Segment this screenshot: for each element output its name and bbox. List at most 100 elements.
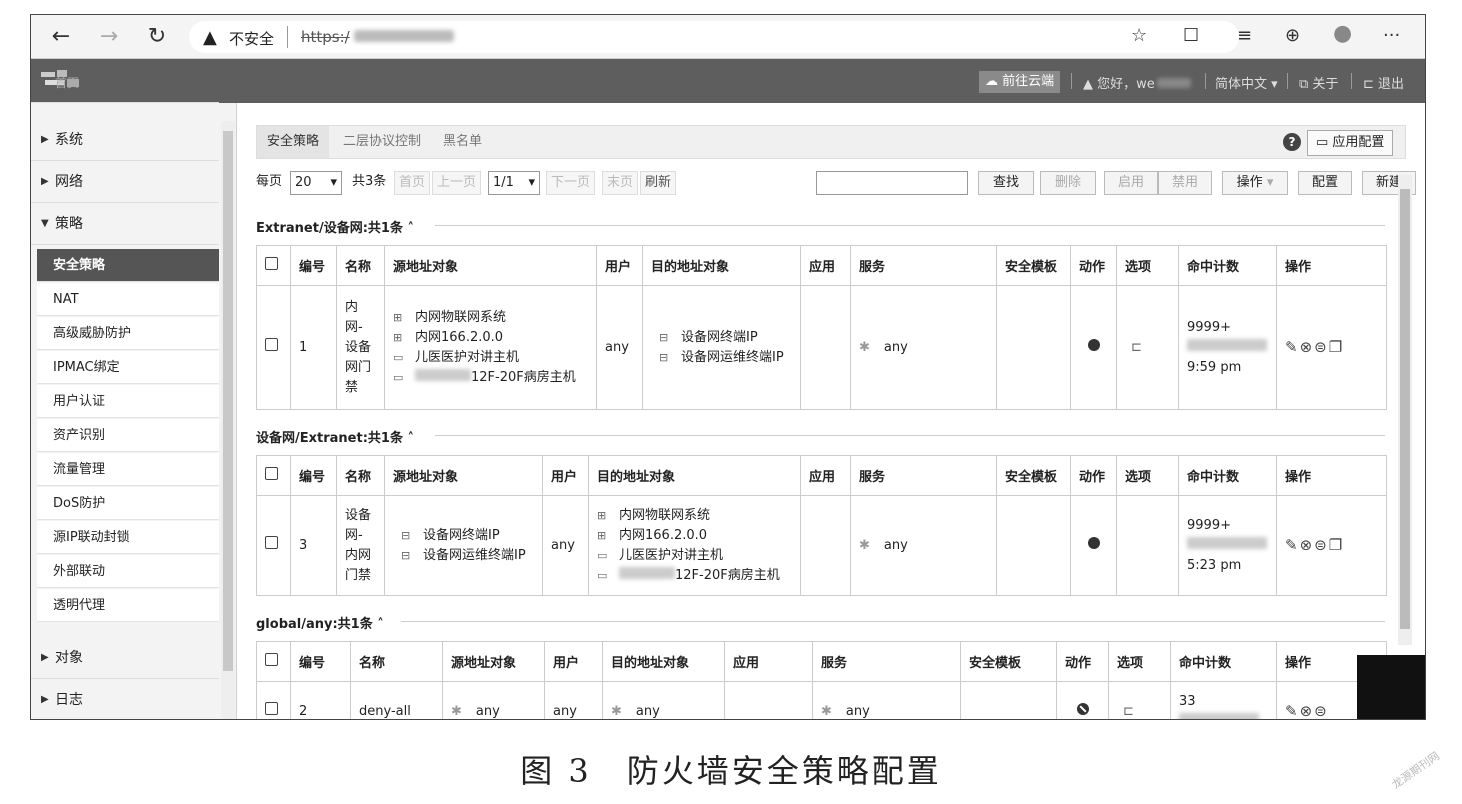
select-all-checkbox[interactable] — [256, 641, 291, 682]
language-select[interactable]: 简体中文 ▾ — [1215, 73, 1278, 92]
sidebar-group-logs[interactable]: ▶ 日志 — [31, 679, 219, 719]
user-greeting: ▲ 您好，we — [1083, 73, 1191, 92]
address-bar[interactable]: ▲ 不安全 https:/ — [189, 21, 1239, 53]
col-user: 用户 — [544, 641, 603, 682]
sidebar-scroll-thumb[interactable] — [223, 131, 233, 671]
sidebar-item-security-policy[interactable]: 安全策略 — [37, 249, 219, 282]
sidebar-group-policy[interactable]: ▼ 策略 — [31, 203, 219, 245]
col-options: 选项 — [1116, 245, 1179, 286]
col-service: 服务 — [850, 455, 997, 496]
row-options — [1116, 495, 1179, 596]
goto-cloud-button[interactable]: ☁ 前往云端 — [979, 71, 1061, 93]
edit-icon[interactable]: ✎ — [1285, 702, 1300, 720]
tab-security-policy[interactable]: 安全策略 — [257, 126, 330, 158]
move-icon[interactable]: ⊜ — [1314, 536, 1329, 554]
sidebar-group-objects[interactable]: ▶ 对象 — [31, 637, 219, 679]
col-hits: 命中计数 — [1170, 641, 1277, 682]
back-icon[interactable]: ← — [47, 23, 75, 51]
sidebar-item-home[interactable]: 首页 — [31, 73, 219, 103]
table-row[interactable]: 1 内 网- 设备 网门 禁 ⊞ 内网物联网系统 ⊞ 内网166.2.0.0 ▭ 儿医… — [256, 285, 1387, 410]
forward-icon[interactable]: → — [95, 23, 123, 51]
about-link[interactable]: ⧉ 关于 — [1299, 73, 1338, 92]
section-header-device-extranet[interactable]: 设备网/Extranet:共1条 ˄ — [256, 427, 414, 446]
sidebar-item-dos[interactable]: DoS防护 — [37, 487, 219, 520]
more-icon[interactable]: ··· — [1383, 25, 1400, 46]
sidebar-item-user-auth[interactable]: 用户认证 — [37, 385, 219, 418]
configure-button[interactable]: 配置 — [1298, 171, 1352, 195]
search-input[interactable] — [816, 171, 968, 195]
copy-icon[interactable]: ❐ — [1329, 536, 1344, 554]
edit-icon[interactable]: ✎ — [1285, 536, 1300, 554]
sidebar-item-traffic[interactable]: 流量管理 — [37, 453, 219, 486]
reload-icon[interactable]: ↻ — [143, 23, 171, 51]
sidebar-item-ip-block[interactable]: 源IP联动封锁 — [37, 521, 219, 554]
move-icon[interactable]: ⊜ — [1314, 702, 1329, 720]
row-checkbox[interactable] — [256, 495, 291, 596]
table-row[interactable]: 2 deny-all ✱ any any ✱ any ✱ any ⊏ 33 ✎⊗⊜ — [256, 681, 1387, 720]
search-button[interactable]: 查找 — [978, 171, 1034, 195]
table-row[interactable]: 3 设备 网- 内网 门禁 ⊟ 设备网终端IP ⊟ 设备网运维终端IP any ⊞ 内… — [256, 495, 1387, 596]
page-select[interactable]: 1/1 ▾ — [488, 171, 540, 195]
last-page-button[interactable]: 末页 — [602, 171, 639, 195]
copy-icon[interactable]: ❐ — [1329, 338, 1344, 356]
apply-config-button[interactable]: ▭ 应用配置 — [1307, 130, 1394, 156]
next-page-button[interactable]: 下一页 — [546, 171, 596, 195]
logout-link[interactable]: ⊏ 退出 — [1363, 73, 1404, 92]
delete-button[interactable]: 删除 — [1040, 171, 1096, 195]
first-page-button[interactable]: 首页 — [394, 171, 431, 195]
tab-layer2-control[interactable]: 二层协议控制 — [333, 126, 431, 158]
table-header-row: 编号 名称 源地址对象 用户 目的地址对象 应用 服务 安全模板 动作 选项 命… — [256, 245, 1387, 286]
favorite-icon[interactable]: ☆ — [1131, 25, 1147, 46]
sidebar-scrollbar[interactable] — [221, 121, 235, 719]
favorites-list-icon[interactable]: ≡ — [1237, 25, 1252, 46]
policy-table-3: 编号 名称 源地址对象 用户 目的地址对象 应用 服务 安全模板 动作 选项 命… — [256, 641, 1387, 720]
tab-blacklist[interactable]: 黑名单 — [433, 126, 492, 158]
enable-button[interactable]: 启用 — [1104, 171, 1158, 195]
sidebar-item-external-link[interactable]: 外部联动 — [37, 555, 219, 588]
profile-icon[interactable]: ● — [1333, 21, 1352, 46]
sidebar-group-network[interactable]: ▶ 网络 — [31, 161, 219, 203]
browser-toolbar: ← → ↻ ▲ 不安全 https:/ ☆ ☐ ≡ ⊕ ● ··· — [31, 15, 1425, 59]
help-icon[interactable]: ? — [1283, 133, 1301, 151]
sidebar-item-transparent-proxy[interactable]: 透明代理 — [37, 589, 219, 622]
select-all-checkbox[interactable] — [256, 455, 291, 496]
col-id: 编号 — [290, 455, 337, 496]
sidebar-item-ipmac[interactable]: IPMAC绑定 — [37, 351, 219, 384]
col-src: 源地址对象 — [384, 245, 597, 286]
group-icon: ⊞ — [597, 528, 607, 542]
row-user: any — [542, 495, 589, 596]
delete-icon[interactable]: ⊗ — [1300, 536, 1315, 554]
sidebar-item-threat-protection[interactable]: 高级威胁防护 — [37, 317, 219, 350]
delete-icon[interactable]: ⊗ — [1300, 702, 1315, 720]
edit-icon[interactable]: ✎ — [1285, 338, 1300, 356]
disable-button[interactable]: 禁用 — [1158, 171, 1212, 195]
overlay-widget — [1357, 655, 1425, 719]
refresh-button[interactable]: 刷新 — [640, 171, 677, 195]
extensions-icon[interactable]: ☐ — [1183, 25, 1199, 46]
sidebar-group-system[interactable]: ▶ 系统 — [31, 119, 219, 161]
col-name: 名称 — [350, 641, 443, 682]
asterisk-icon: ✱ — [859, 537, 870, 553]
select-all-checkbox[interactable] — [256, 245, 291, 286]
per-page-select[interactable]: 20 ▾ — [290, 171, 342, 195]
main-scrollbar[interactable] — [1398, 175, 1412, 645]
move-icon[interactable]: ⊜ — [1314, 338, 1329, 356]
row-hits: 9999+ 9:59 pm — [1178, 285, 1277, 410]
row-checkbox[interactable] — [256, 285, 291, 410]
sidebar-item-nat[interactable]: NAT — [37, 283, 219, 316]
col-dst: 目的地址对象 — [602, 641, 725, 682]
col-options: 选项 — [1108, 641, 1171, 682]
section-divider — [401, 621, 1385, 622]
section-header-global-any[interactable]: global/any:共1条 ˄ — [256, 613, 384, 632]
delete-icon[interactable]: ⊗ — [1300, 338, 1315, 356]
sidebar-item-asset-identify[interactable]: 资产识别 — [37, 419, 219, 452]
row-checkbox[interactable] — [256, 681, 291, 719]
section-divider — [435, 225, 1385, 226]
section-header-extranet-device[interactable]: Extranet/设备网:共1条 ˄ — [256, 217, 414, 236]
collections-icon[interactable]: ⊕ — [1285, 25, 1300, 46]
main-scroll-thumb[interactable] — [1400, 189, 1410, 629]
caret-right-icon: ▶ — [41, 652, 49, 663]
policy-table-1: 编号 名称 源地址对象 用户 目的地址对象 应用 服务 安全模板 动作 选项 命… — [256, 245, 1387, 410]
operations-dropdown[interactable]: 操作 ▾ — [1222, 171, 1288, 195]
prev-page-button[interactable]: 上一页 — [432, 171, 482, 195]
